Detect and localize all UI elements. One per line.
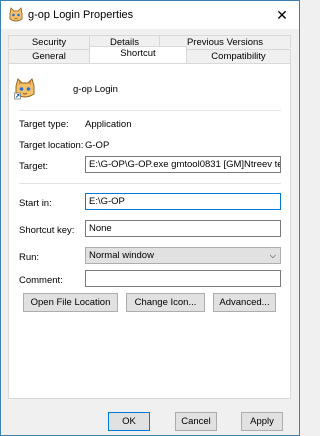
apply-button[interactable]: Apply: [241, 412, 283, 431]
divider: [19, 183, 281, 184]
close-icon: ✕: [276, 6, 288, 23]
tab-shortcut[interactable]: Shortcut: [89, 46, 187, 63]
shortcut-cat-icon: [14, 78, 35, 100]
shortcut-key-label: Shortcut key:: [19, 225, 75, 236]
target-type-label: Target type:: [19, 119, 69, 130]
tab-compatibility[interactable]: Compatibility: [186, 49, 291, 63]
open-file-location-button[interactable]: Open File Location: [23, 293, 118, 312]
target-label: Target:: [19, 161, 49, 172]
run-select-value: Normal window: [89, 250, 154, 261]
start-in-label: Start in:: [19, 198, 52, 209]
comment-input[interactable]: [85, 270, 281, 287]
window-title: g-op Login Properties: [28, 9, 134, 21]
shortcut-key-input[interactable]: None: [85, 220, 281, 237]
change-icon-button[interactable]: Change Icon...: [126, 293, 205, 312]
advanced-button[interactable]: Advanced...: [213, 293, 276, 312]
ok-button[interactable]: OK: [108, 412, 150, 431]
run-label: Run:: [19, 252, 40, 263]
shortcut-name: g-op Login: [73, 84, 118, 95]
title-bar[interactable]: g-op Login Properties ✕: [1, 1, 299, 29]
run-select[interactable]: Normal window ⌵: [85, 247, 281, 264]
target-location-label: Target location:: [19, 140, 84, 151]
comment-label: Comment:: [19, 275, 63, 286]
cancel-button[interactable]: Cancel: [175, 412, 217, 431]
app-cat-icon: [9, 7, 23, 22]
tab-security[interactable]: Security: [8, 35, 90, 48]
tab-general[interactable]: General: [8, 49, 90, 63]
close-button[interactable]: ✕: [265, 1, 299, 29]
target-location-value: G-OP: [85, 140, 110, 151]
divider: [19, 110, 281, 111]
target-type-value: Application: [85, 119, 132, 130]
properties-window: g-op Login Properties ✕ Security Details…: [0, 0, 300, 436]
start-in-input[interactable]: E:\G-OP: [85, 193, 281, 210]
target-input[interactable]: E:\G-OP\G-OP.exe gmtool0831 [GM]Ntreev t…: [85, 156, 281, 173]
chevron-down-icon: ⌵: [269, 251, 276, 260]
